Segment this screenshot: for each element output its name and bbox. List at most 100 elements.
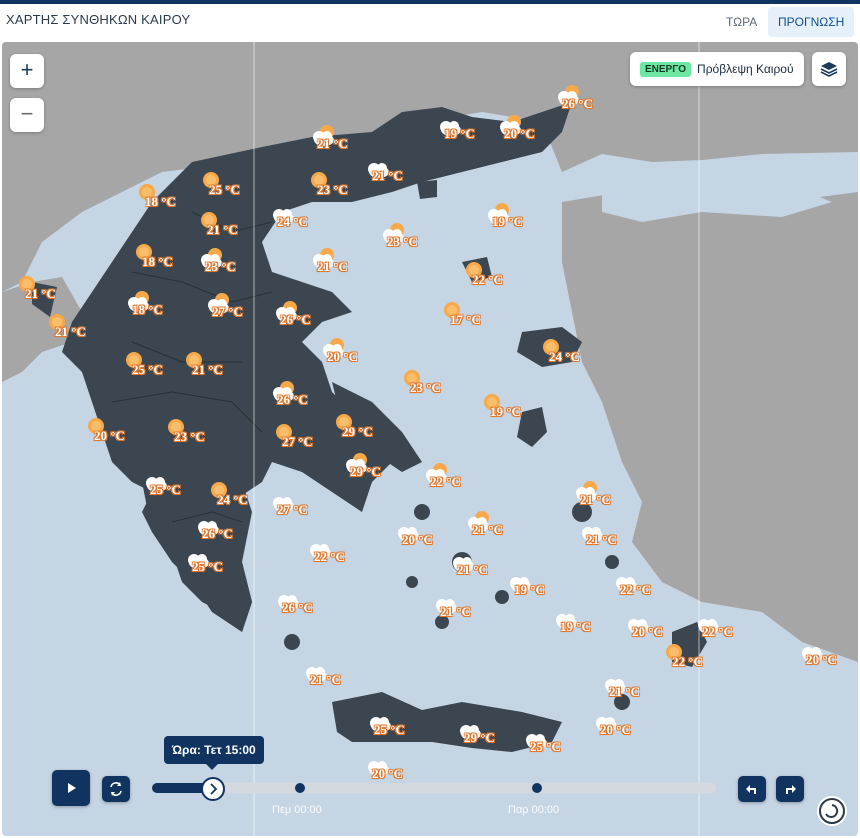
- weather-marker[interactable]: 29 °C: [332, 412, 388, 442]
- weather-marker[interactable]: 19 °C: [434, 114, 490, 144]
- weather-marker[interactable]: 21 °C: [576, 520, 632, 550]
- weather-marker[interactable]: 20 °C: [84, 416, 140, 446]
- weather-marker[interactable]: 19 °C: [504, 570, 560, 600]
- weather-marker[interactable]: 21 °C: [307, 247, 363, 277]
- island-kos: [605, 555, 619, 569]
- weather-marker[interactable]: 21 °C: [447, 550, 503, 580]
- weather-marker[interactable]: 25 °C: [520, 727, 576, 757]
- weather-marker[interactable]: 25 °C: [182, 547, 238, 577]
- zoom-out-button[interactable]: −: [10, 98, 44, 132]
- layer-status-pill[interactable]: ΕΝΕΡΓΟ Πρόβλεψη Καιρού: [630, 52, 804, 86]
- weather-marker[interactable]: 21 °C: [430, 592, 486, 622]
- weather-marker[interactable]: 26 °C: [270, 300, 326, 330]
- chevron-right-icon: [210, 783, 218, 795]
- weather-marker[interactable]: 26 °C: [267, 380, 323, 410]
- temperature-label: 29 °C: [342, 424, 373, 439]
- weather-marker[interactable]: 21 °C: [462, 510, 518, 540]
- weather-marker[interactable]: 21 °C: [197, 210, 253, 240]
- loop-button[interactable]: [102, 776, 130, 802]
- weather-marker[interactable]: 29 °C: [340, 452, 396, 482]
- layers-button[interactable]: [812, 52, 846, 86]
- weather-marker[interactable]: 17 °C: [440, 300, 496, 330]
- tab-now[interactable]: ΤΩΡΑ: [716, 7, 767, 37]
- temperature-label: 25 °C: [150, 482, 181, 497]
- weather-marker[interactable]: 22 °C: [692, 612, 748, 642]
- play-button[interactable]: [52, 770, 90, 806]
- weather-marker[interactable]: 24 °C: [267, 202, 323, 232]
- zoom-in-button[interactable]: +: [10, 54, 44, 88]
- weather-marker[interactable]: 20 °C: [796, 640, 852, 670]
- weather-marker[interactable]: 29 °C: [454, 718, 510, 748]
- weather-marker[interactable]: 23 °C: [195, 247, 251, 277]
- temperature-label: 29 °C: [350, 464, 381, 479]
- weather-marker[interactable]: 19 °C: [550, 607, 606, 637]
- weather-marker[interactable]: 23 °C: [307, 170, 363, 200]
- weather-marker[interactable]: 26 °C: [272, 588, 328, 618]
- weather-marker[interactable]: 21 °C: [307, 124, 363, 154]
- island-aegina: [356, 486, 368, 498]
- weather-marker[interactable]: 21 °C: [182, 350, 238, 380]
- weather-marker[interactable]: 21 °C: [362, 156, 418, 186]
- temperature-label: 17 °C: [450, 312, 481, 327]
- weather-marker[interactable]: 19 °C: [482, 202, 538, 232]
- weather-marker[interactable]: 25 °C: [140, 470, 196, 500]
- weather-marker[interactable]: 25 °C: [364, 710, 420, 740]
- temperature-label: 23 °C: [317, 182, 348, 197]
- weather-marker[interactable]: 21 °C: [599, 672, 655, 702]
- weather-marker[interactable]: 22 °C: [420, 462, 476, 492]
- weather-marker[interactable]: 27 °C: [272, 422, 328, 452]
- weather-marker[interactable]: 21 °C: [15, 274, 71, 304]
- weather-marker[interactable]: 23 °C: [400, 368, 456, 398]
- temperature-label: 25 °C: [132, 362, 163, 377]
- weather-marker[interactable]: 20 °C: [494, 114, 550, 144]
- weather-marker[interactable]: 22 °C: [662, 642, 718, 672]
- weather-marker[interactable]: 18 °C: [135, 182, 191, 212]
- weather-marker[interactable]: 18 °C: [132, 242, 188, 272]
- temperature-label: 23 °C: [410, 380, 441, 395]
- weather-marker[interactable]: 24 °C: [207, 480, 263, 510]
- temperature-label: 19 °C: [492, 214, 523, 229]
- weather-marker[interactable]: 25 °C: [199, 170, 255, 200]
- temperature-label: 18 °C: [145, 194, 176, 209]
- weather-marker[interactable]: 27 °C: [267, 490, 323, 520]
- timeline-track[interactable]: [152, 783, 716, 793]
- timeline-handle[interactable]: [201, 777, 225, 801]
- step-forward-button[interactable]: [776, 776, 804, 802]
- weather-marker[interactable]: 20 °C: [362, 754, 418, 784]
- layer-name: Πρόβλεψη Καιρού: [697, 62, 794, 76]
- temperature-label: 26 °C: [202, 526, 233, 541]
- tab-forecast[interactable]: ΠΡΟΓΝΩΣΗ: [768, 7, 855, 37]
- step-back-button[interactable]: [738, 776, 766, 802]
- weather-marker[interactable]: 20 °C: [590, 710, 646, 740]
- weather-map[interactable]: + − ΕΝΕΡΓΟ Πρόβλεψη Καιρού 26 °C 19 °C 20 …: [2, 42, 858, 836]
- weather-marker[interactable]: 27 °C: [202, 292, 258, 322]
- weather-marker[interactable]: 22 °C: [462, 260, 518, 290]
- weather-marker[interactable]: 21 °C: [300, 660, 356, 690]
- temperature-label: 24 °C: [217, 492, 248, 507]
- weather-marker[interactable]: 25 °C: [122, 350, 178, 380]
- weather-marker[interactable]: 18 °C: [122, 290, 178, 320]
- timeline-day-marker[interactable]: [295, 783, 305, 793]
- temperature-label: 20 °C: [327, 349, 358, 364]
- weather-marker[interactable]: 23 °C: [164, 417, 220, 447]
- weather-marker[interactable]: 20 °C: [622, 612, 678, 642]
- temperature-label: 21 °C: [580, 492, 611, 507]
- timeline-day-marker[interactable]: [532, 783, 542, 793]
- status-badge: ΕΝΕΡΓΟ: [640, 61, 692, 77]
- weather-marker[interactable]: 23 °C: [377, 222, 433, 252]
- temperature-label: 21 °C: [310, 672, 341, 687]
- weather-marker[interactable]: 21 °C: [570, 480, 626, 510]
- weather-marker[interactable]: 20 °C: [392, 520, 448, 550]
- temperature-label: 19 °C: [490, 404, 521, 419]
- weather-marker[interactable]: 26 °C: [552, 84, 608, 114]
- weather-marker[interactable]: 21 °C: [45, 312, 101, 342]
- temperature-label: 20 °C: [402, 532, 433, 547]
- weather-marker[interactable]: 19 °C: [480, 392, 536, 422]
- brand-logo: [817, 796, 847, 826]
- weather-marker[interactable]: 22 °C: [610, 570, 666, 600]
- weather-marker[interactable]: 22 °C: [304, 537, 360, 567]
- weather-marker[interactable]: 20 °C: [317, 337, 373, 367]
- weather-marker[interactable]: 24 °C: [539, 337, 595, 367]
- land-samothraki: [417, 180, 437, 199]
- weather-marker[interactable]: 26 °C: [192, 514, 248, 544]
